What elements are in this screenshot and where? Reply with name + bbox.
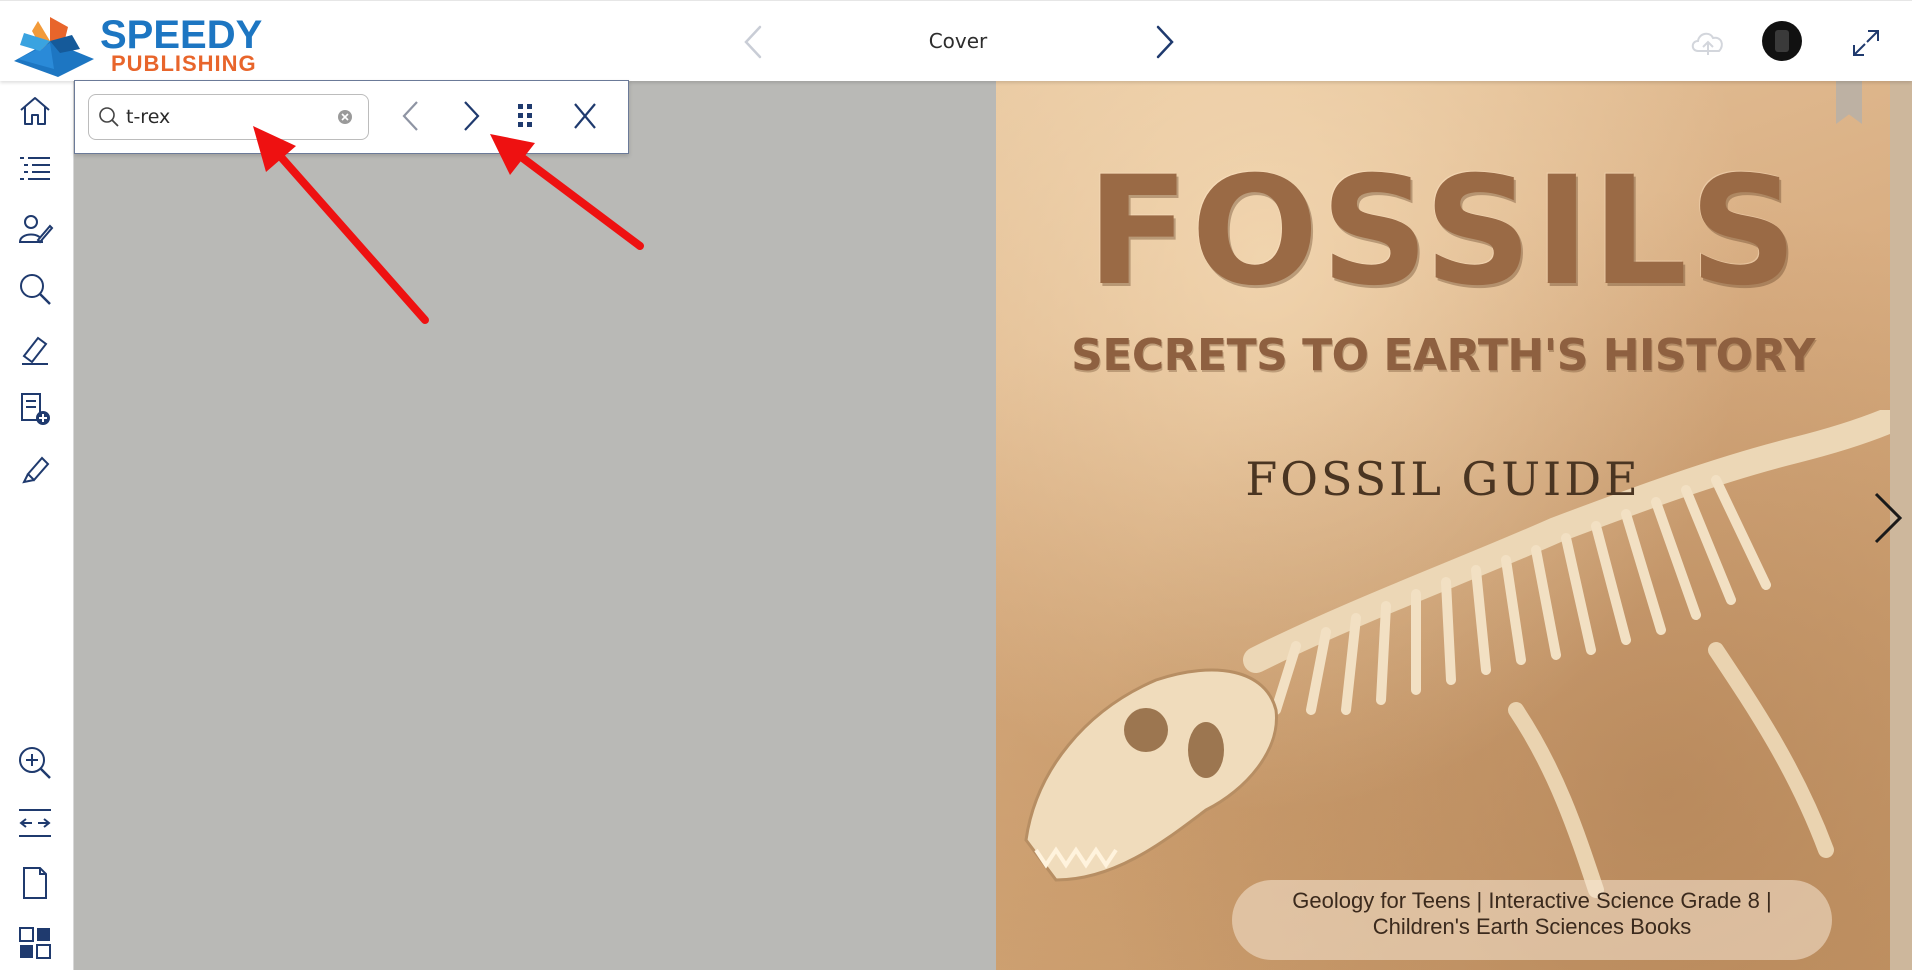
page-title: Cover	[928, 29, 988, 53]
close-search-button[interactable]	[567, 97, 603, 135]
home-icon	[20, 97, 50, 125]
highlighter-button[interactable]	[16, 450, 54, 488]
close-icon	[574, 103, 596, 129]
cover-tagline-line1: Geology for Teens | Interactive Science …	[1292, 888, 1772, 913]
search-panel	[74, 80, 629, 154]
logo-word-publishing: PUBLISHING	[111, 51, 257, 76]
profile-edit-icon	[18, 215, 54, 244]
search-field[interactable]	[88, 94, 369, 140]
clear-circle-icon[interactable]	[336, 108, 354, 126]
home-button[interactable]	[16, 92, 54, 130]
results-grid-button[interactable]	[507, 97, 543, 135]
dinosaur-skull	[1024, 668, 1278, 882]
thumbnails-button[interactable]	[16, 924, 54, 962]
search-input[interactable]	[126, 104, 326, 130]
cover-guide-label: FOSSIL GUIDE	[1245, 452, 1641, 506]
add-note-icon	[21, 393, 50, 425]
chevron-left-icon	[744, 25, 762, 59]
zoom-in-icon	[19, 747, 51, 779]
results-grid-icon	[518, 104, 532, 127]
expand-icon	[1853, 30, 1879, 56]
previous-page-button[interactable]	[738, 23, 768, 61]
user-avatar[interactable]	[1762, 21, 1802, 61]
chevron-right-icon	[1156, 25, 1174, 59]
table-of-contents-icon	[20, 157, 50, 180]
cover-title: FOSSILS	[1086, 145, 1800, 319]
cover-tagline: Geology for Teens | Interactive Science …	[1232, 888, 1832, 940]
avatar-image	[1775, 30, 1789, 52]
annotate-button[interactable]	[16, 330, 54, 368]
cloud-upload-button[interactable]	[1688, 25, 1728, 59]
logo-word-speedy: SPEEDY	[100, 13, 263, 57]
add-note-button[interactable]	[16, 390, 54, 428]
search-icon	[99, 107, 119, 127]
next-page-button[interactable]	[1150, 23, 1180, 61]
annotate-pen-icon	[22, 336, 48, 365]
thumbnails-icon	[19, 927, 51, 959]
profile-edit-button[interactable]	[16, 210, 54, 248]
chevron-right-icon	[1874, 492, 1903, 544]
fit-width-button[interactable]	[16, 804, 54, 842]
single-page-button[interactable]	[16, 864, 54, 902]
cloud-upload-icon	[1691, 32, 1723, 55]
previous-result-button[interactable]	[393, 97, 429, 135]
single-page-icon	[23, 867, 47, 899]
bookmark-ribbon-icon[interactable]	[1836, 80, 1862, 124]
cover-subtitle: SECRETS TO EARTH'S HISTORY	[1071, 330, 1815, 381]
cover-tagline-line2: Children's Earth Sciences Books	[1372, 914, 1692, 939]
next-result-button[interactable]	[453, 97, 489, 135]
book-logo-icon	[14, 17, 94, 77]
speedy-publishing-logo[interactable]: SPEEDY PUBLISHING	[10, 11, 270, 77]
left-toolbar	[0, 80, 74, 970]
highlighter-icon	[22, 456, 50, 484]
search-icon	[20, 274, 51, 305]
page-turn-next-button[interactable]	[1870, 488, 1906, 548]
fullscreen-button[interactable]	[1848, 25, 1884, 61]
next-result-icon	[464, 101, 480, 131]
fit-width-icon	[19, 809, 51, 837]
search-button[interactable]	[16, 270, 54, 308]
previous-result-icon	[402, 101, 418, 131]
book-cover-page[interactable]: FOSSILS SECRETS TO EARTH'S HISTORY FOSSI…	[996, 80, 1890, 970]
top-bar: SPEEDY PUBLISHING Cover	[0, 0, 1912, 81]
zoom-in-button[interactable]	[16, 744, 54, 782]
table-of-contents-button[interactable]	[16, 150, 54, 188]
